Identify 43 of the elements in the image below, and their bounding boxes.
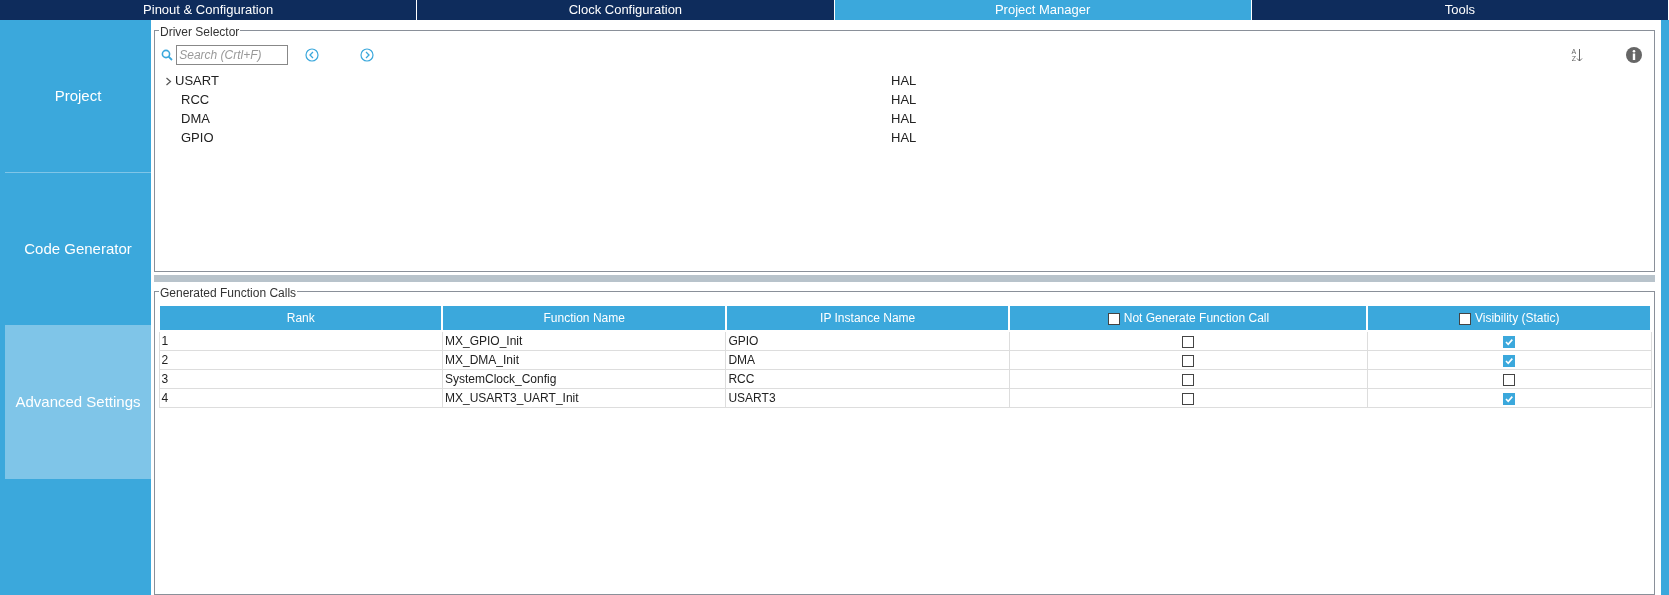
- table-cell: 2: [159, 350, 443, 370]
- checkbox[interactable]: [1182, 354, 1195, 367]
- tree-item[interactable]: RCC: [181, 90, 210, 110]
- table-cell: GPIO: [725, 331, 1010, 351]
- table-cell: 1: [159, 331, 443, 351]
- table-cell: MX_GPIO_Init: [442, 331, 726, 351]
- search-icon: [161, 49, 173, 61]
- back-button[interactable]: [304, 48, 319, 62]
- checkbox[interactable]: [1503, 354, 1516, 367]
- table-cell: 4: [159, 388, 443, 408]
- table-cell: DMA: [725, 350, 1010, 370]
- table-cell: 3: [159, 369, 443, 389]
- info-icon[interactable]: [1625, 47, 1642, 63]
- column-header: Function Name: [442, 305, 726, 331]
- checkbox[interactable]: [1503, 335, 1516, 348]
- tree-item[interactable]: USART: [175, 71, 219, 91]
- column-header: IP Instance Name: [725, 305, 1010, 331]
- search-field[interactable]: Search (Crtl+F): [176, 45, 289, 65]
- driver-value: HAL: [891, 72, 917, 91]
- checkbox[interactable]: [1503, 373, 1516, 386]
- column-label: Not Generate Function Call: [1123, 311, 1270, 325]
- table-cell: USART3: [725, 388, 1010, 408]
- tree-item[interactable]: GPIO: [181, 128, 214, 148]
- checkbox[interactable]: [1182, 392, 1195, 405]
- checkbox[interactable]: [1182, 373, 1195, 386]
- table-cell: SystemClock_Config: [442, 369, 726, 389]
- column-header: Rank: [159, 305, 443, 331]
- tab[interactable]: Pinout & Configuration: [0, 0, 418, 20]
- forward-button[interactable]: [359, 48, 374, 62]
- driver-value: HAL: [891, 129, 917, 148]
- driver-value: HAL: [891, 110, 917, 129]
- tree-item[interactable]: DMA: [181, 109, 210, 129]
- checkbox[interactable]: [1503, 392, 1516, 405]
- checkbox[interactable]: [1459, 312, 1471, 325]
- table-cell: RCC: [725, 369, 1010, 389]
- tab[interactable]: Clock Configuration: [417, 0, 835, 20]
- tab[interactable]: Tools: [1251, 0, 1669, 20]
- driver-value: HAL: [891, 91, 917, 110]
- table-cell: MX_DMA_Init: [442, 350, 726, 370]
- column-label: Visibility (Static): [1475, 311, 1560, 325]
- checkbox[interactable]: [1182, 335, 1195, 348]
- table-cell: MX_USART3_UART_Init: [442, 388, 726, 408]
- checkbox[interactable]: [1107, 312, 1120, 325]
